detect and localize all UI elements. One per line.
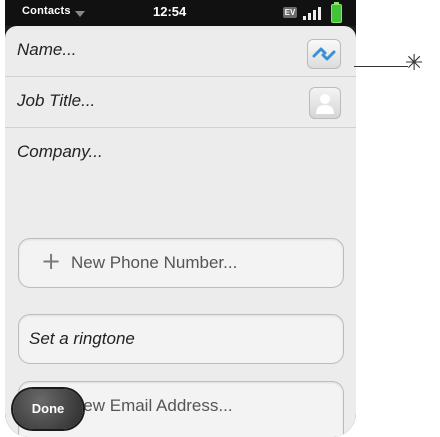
done-button[interactable]: Done: [13, 389, 83, 429]
phone-screen: Contacts 12:54 EV Name... Job Title... C…: [5, 0, 356, 437]
new-email-address-label: New Email Address...: [71, 396, 233, 415]
name-field[interactable]: Name...: [17, 40, 77, 60]
callout-line: [354, 66, 408, 67]
clock: 12:54: [153, 4, 187, 19]
job-title-field-row[interactable]: Job Title...: [5, 77, 356, 128]
set-ringtone-button[interactable]: Set a ringtone: [18, 314, 344, 364]
ringtone-label: Set a ringtone: [29, 329, 135, 348]
network-type-badge: EV: [283, 7, 297, 18]
new-phone-number-label: New Phone Number...: [71, 253, 238, 272]
app-menu-title[interactable]: Contacts: [22, 5, 71, 17]
add-phone-number-button[interactable]: + New Phone Number...: [18, 238, 344, 288]
contact-photo-icon[interactable]: [309, 87, 341, 119]
plus-icon: +: [41, 247, 62, 275]
company-field-row[interactable]: Company...: [5, 128, 356, 178]
signal-strength-icon: [303, 6, 325, 20]
asterisk-callout-icon: ✳: [405, 51, 424, 76]
name-field-row[interactable]: Name...: [5, 26, 356, 77]
battery-icon: [331, 2, 342, 23]
sync-link-icon[interactable]: [307, 39, 341, 69]
job-title-field[interactable]: Job Title...: [17, 91, 95, 111]
company-field[interactable]: Company...: [17, 142, 103, 162]
contact-edit-card: Name... Job Title... Company... + New Ph…: [5, 26, 356, 437]
chevron-down-icon[interactable]: [75, 11, 85, 17]
status-bar: Contacts 12:54 EV: [5, 0, 356, 26]
